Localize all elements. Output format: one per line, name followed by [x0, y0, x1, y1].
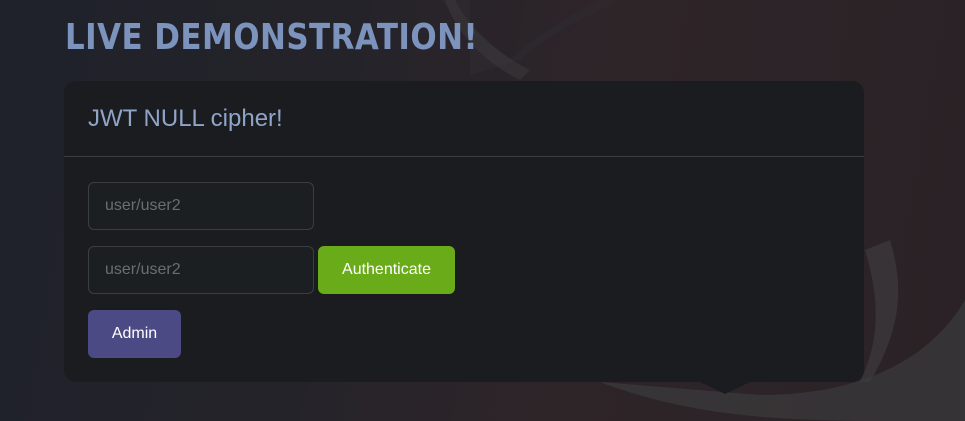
admin-button[interactable]: Admin	[88, 310, 181, 358]
username-input[interactable]	[88, 182, 314, 230]
card-header: JWT NULL cipher!	[64, 81, 864, 157]
password-input[interactable]	[88, 246, 314, 294]
card-title: JWT NULL cipher!	[88, 105, 283, 132]
jwt-demo-card: JWT NULL cipher! Authenticate Admin	[64, 81, 864, 382]
page-title: LIVE DEMONSTRATION!	[65, 17, 479, 58]
authenticate-button[interactable]: Authenticate	[318, 246, 455, 294]
